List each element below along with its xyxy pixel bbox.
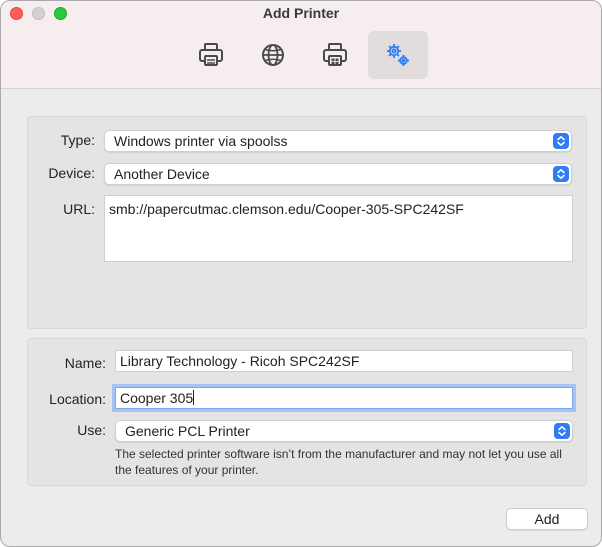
url-label: URL: xyxy=(63,201,95,217)
device-value: Another Device xyxy=(114,166,210,182)
chevron-updown-icon xyxy=(554,423,570,439)
url-value: smb://papercutmac.clemson.edu/Cooper-305… xyxy=(109,201,464,217)
name-value: Library Technology - Ricoh SPC242SF xyxy=(120,353,360,369)
tab-advanced[interactable] xyxy=(368,31,428,79)
toolbar: Add Printer xyxy=(1,1,601,89)
use-label: Use: xyxy=(77,422,106,438)
location-value: Cooper 305 xyxy=(120,390,194,406)
use-value: Generic PCL Printer xyxy=(125,423,250,439)
device-label: Device: xyxy=(48,165,95,181)
name-field[interactable]: Library Technology - Ricoh SPC242SF xyxy=(115,350,573,372)
type-label: Type: xyxy=(60,132,95,148)
url-field[interactable]: smb://papercutmac.clemson.edu/Cooper-305… xyxy=(104,195,573,262)
printer-icon xyxy=(199,43,223,66)
chevron-updown-icon xyxy=(553,133,569,149)
device-popup[interactable]: Another Device xyxy=(104,163,572,185)
add-printer-window: Add Printer Type: Windows printer via sp… xyxy=(0,0,602,547)
globe-icon xyxy=(262,44,284,66)
name-label: Name: xyxy=(64,355,106,371)
windows-printer-icon xyxy=(323,43,347,66)
location-field[interactable]: Cooper 305 xyxy=(115,387,573,409)
tab-windows-printer[interactable] xyxy=(305,31,365,79)
window-title: Add Printer xyxy=(262,5,340,21)
type-value: Windows printer via spoolss xyxy=(114,133,288,149)
tab-default-printer[interactable] xyxy=(181,31,241,79)
location-label: Location: xyxy=(49,391,106,407)
chevron-updown-icon xyxy=(553,166,569,182)
gears-icon xyxy=(387,44,409,66)
type-popup[interactable]: Windows printer via spoolss xyxy=(104,130,572,152)
text-caret xyxy=(193,390,195,405)
use-popup[interactable]: Generic PCL Printer xyxy=(115,420,573,442)
driver-warning-text: The selected printer software isn’t from… xyxy=(115,447,562,477)
add-button[interactable]: Add xyxy=(506,508,588,530)
tab-ip-printer[interactable] xyxy=(243,31,303,79)
